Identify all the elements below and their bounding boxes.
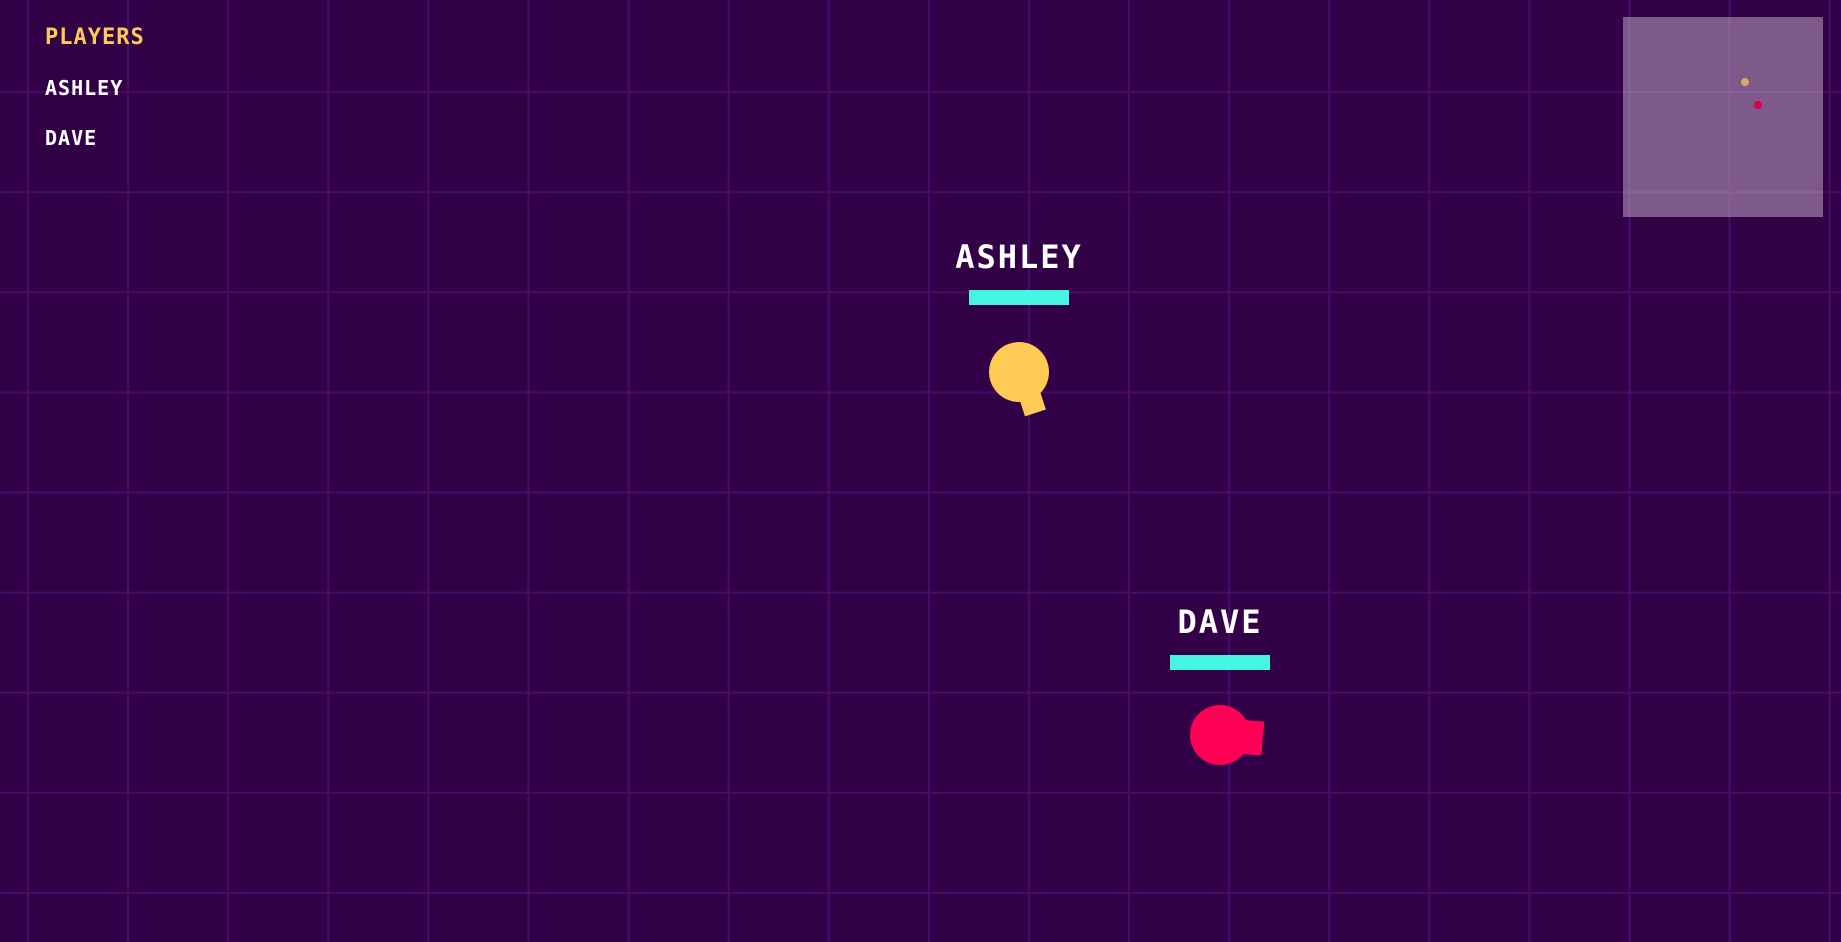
minimap-dot-dave [1754, 101, 1762, 109]
health-bar [1170, 655, 1270, 670]
player-name-label: DAVE [1177, 603, 1263, 641]
player-name-label: ASHLEY [955, 238, 1083, 276]
scoreboard-player-ashley: ASHLEY [45, 76, 124, 100]
scoreboard-header: PLAYERS [45, 25, 145, 50]
minimap [1623, 17, 1823, 217]
tank-icon [1190, 705, 1265, 765]
minimap-dot-ashley [1741, 78, 1749, 86]
scoreboard: PLAYERS ASHLEY DAVE [45, 25, 145, 151]
health-bar [969, 290, 1069, 305]
tank-icon [989, 342, 1049, 417]
scoreboard-player-dave: DAVE [45, 126, 98, 150]
